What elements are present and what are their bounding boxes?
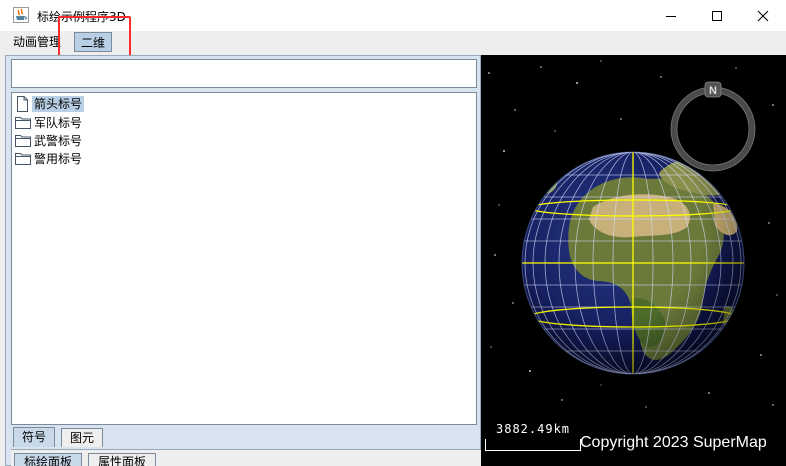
tree-item-arrow-symbols[interactable]: 箭头标号 xyxy=(14,95,85,112)
minimize-button[interactable] xyxy=(648,0,694,31)
title-bar[interactable]: 标绘示例程序3D xyxy=(0,0,786,31)
tree-item-army-symbols[interactable]: 军队标号 xyxy=(14,114,84,131)
window-title: 标绘示例程序3D xyxy=(37,10,126,24)
maximize-button[interactable] xyxy=(694,0,740,31)
compass-north-label: N xyxy=(709,85,717,97)
folder-icon xyxy=(14,151,31,167)
folder-icon xyxy=(14,133,31,149)
scale-bar xyxy=(485,439,581,451)
menu-bar: 动画管理 二维 xyxy=(0,31,786,55)
left-panel: 箭头标号 军队标号 武警标号 警用标号 符号 图元 标绘面板 属性面板 xyxy=(0,55,482,466)
menu-animation-manager[interactable]: 动画管理 xyxy=(9,31,65,53)
tree-item-armed-police-symbols[interactable]: 武警标号 xyxy=(14,132,84,149)
java-cup-icon xyxy=(13,7,29,23)
file-icon xyxy=(14,95,31,112)
tree-item-label: 武警标号 xyxy=(34,133,83,148)
tree-item-label: 军队标号 xyxy=(34,115,83,130)
symbol-subtabs: 符号 图元 xyxy=(11,427,477,447)
close-icon xyxy=(757,10,769,21)
tree-item-label: 箭头标号 xyxy=(32,95,85,112)
tab-primitives[interactable]: 图元 xyxy=(61,428,104,447)
symbol-tree[interactable]: 箭头标号 军队标号 武警标号 警用标号 xyxy=(11,92,477,425)
tab-plot-panel[interactable]: 标绘面板 xyxy=(14,453,83,466)
plot-panel-container: 箭头标号 军队标号 武警标号 警用标号 符号 图元 标绘面板 属性面板 xyxy=(5,55,482,466)
panel-tabs: 标绘面板 属性面板 xyxy=(11,449,482,466)
scale-label: 3882.49km xyxy=(496,422,571,436)
app-window: 标绘示例程序3D 动画管理 二维 箭头标号 军队标号 武警标号 警用标号 符号 … xyxy=(0,0,786,466)
tab-property-panel[interactable]: 属性面板 xyxy=(88,453,157,466)
tab-symbols[interactable]: 符号 xyxy=(13,427,56,447)
compass-ring[interactable]: N xyxy=(670,81,756,172)
globe-canvas[interactable]: N xyxy=(481,55,786,466)
earth-globe xyxy=(521,151,745,375)
maximize-icon xyxy=(712,10,722,21)
copyright-text: Copyright 2023 SuperMap xyxy=(580,434,767,451)
menu-2d[interactable]: 二维 xyxy=(74,32,113,52)
tree-item-police-symbols[interactable]: 警用标号 xyxy=(14,150,84,167)
globe-scene[interactable]: N 3882.49km Copyright 2023 SuperMap xyxy=(481,55,786,466)
tree-item-label: 警用标号 xyxy=(34,151,83,166)
minimize-icon xyxy=(666,15,676,17)
folder-icon xyxy=(14,115,31,131)
close-button[interactable] xyxy=(740,0,786,31)
symbol-search-input[interactable] xyxy=(11,59,477,88)
